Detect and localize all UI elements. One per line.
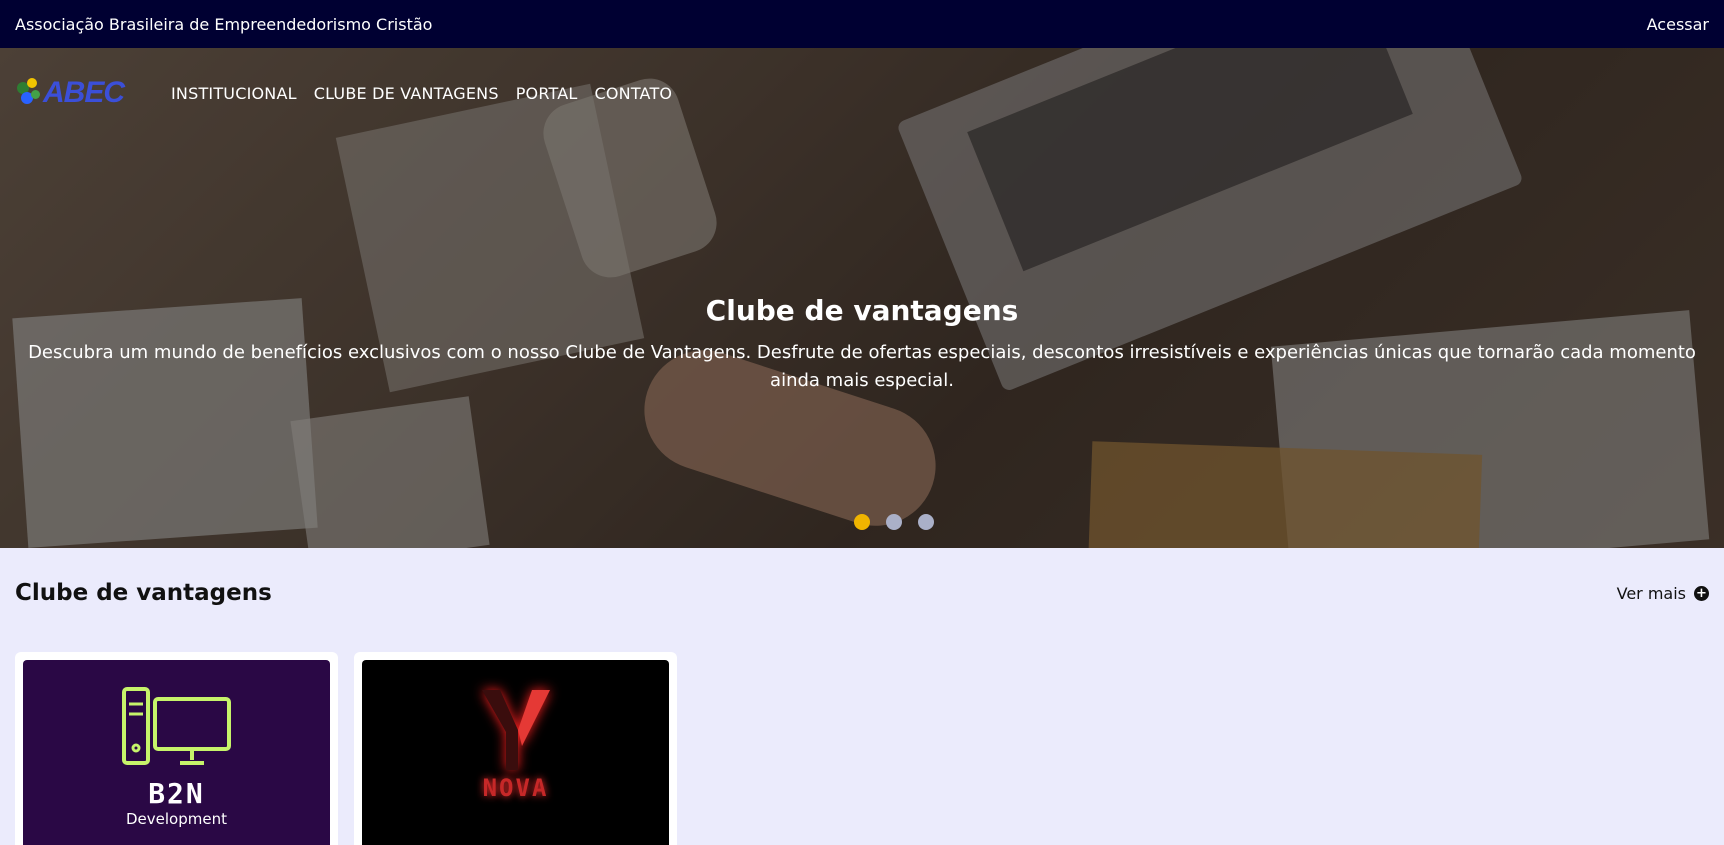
see-more-label: Ver mais: [1616, 583, 1686, 603]
logo-text: ABEC: [43, 76, 125, 109]
carousel-dot-3[interactable]: [918, 514, 934, 530]
partner-cards: B2N Development NOVA: [15, 652, 1709, 845]
logo-people-icon: [15, 76, 41, 110]
nav-item-clube-de-vantagens[interactable]: CLUBE DE VANTAGENS: [314, 84, 499, 103]
carousel-dot-1[interactable]: [854, 514, 870, 530]
hero-description: Descubra um mundo de benefícios exclusiv…: [28, 342, 1696, 391]
section-title: Clube de vantagens: [15, 580, 272, 606]
b2n-brand-name: B2N: [148, 777, 205, 810]
benefits-section: Clube de vantagens Ver mais + B2N Develo…: [0, 548, 1724, 845]
y-letter-icon: [481, 690, 550, 770]
org-name: Associação Brasileira de Empreendedorism…: [15, 14, 433, 34]
see-more-link[interactable]: Ver mais +: [1617, 584, 1709, 603]
top-bar: Associação Brasileira de Empreendedorism…: [0, 0, 1724, 48]
main-nav: ABEC INSTITUCIONAL CLUBE DE VANTAGENS PO…: [15, 72, 689, 114]
section-header: Clube de vantagens Ver mais +: [15, 580, 1709, 606]
nav-item-contato[interactable]: CONTATO: [594, 84, 672, 103]
computer-icon: [121, 687, 231, 765]
hero-title: Clube de vantagens: [705, 294, 1019, 327]
carousel-indicators: [32, 514, 1724, 530]
hero-content: Clube de vantagens Descubra um mundo de …: [0, 294, 1724, 395]
partner-card-nova[interactable]: NOVA: [354, 652, 677, 845]
b2n-brand-subtitle: Development: [126, 810, 227, 828]
hero-banner: ABEC INSTITUCIONAL CLUBE DE VANTAGENS PO…: [0, 48, 1724, 548]
abec-logo[interactable]: ABEC: [15, 72, 131, 114]
partner-card-b2n[interactable]: B2N Development: [15, 652, 338, 845]
nav-item-portal[interactable]: PORTAL: [516, 84, 578, 103]
plus-circle-icon: +: [1694, 585, 1709, 601]
b2n-logo-image: B2N Development: [23, 660, 330, 845]
nova-logo-image: NOVA: [362, 660, 669, 845]
carousel-dot-2[interactable]: [886, 514, 902, 530]
login-link[interactable]: Acessar: [1647, 15, 1709, 34]
nav-item-institucional[interactable]: INSTITUCIONAL: [171, 84, 297, 103]
nova-brand-name: NOVA: [482, 774, 549, 802]
